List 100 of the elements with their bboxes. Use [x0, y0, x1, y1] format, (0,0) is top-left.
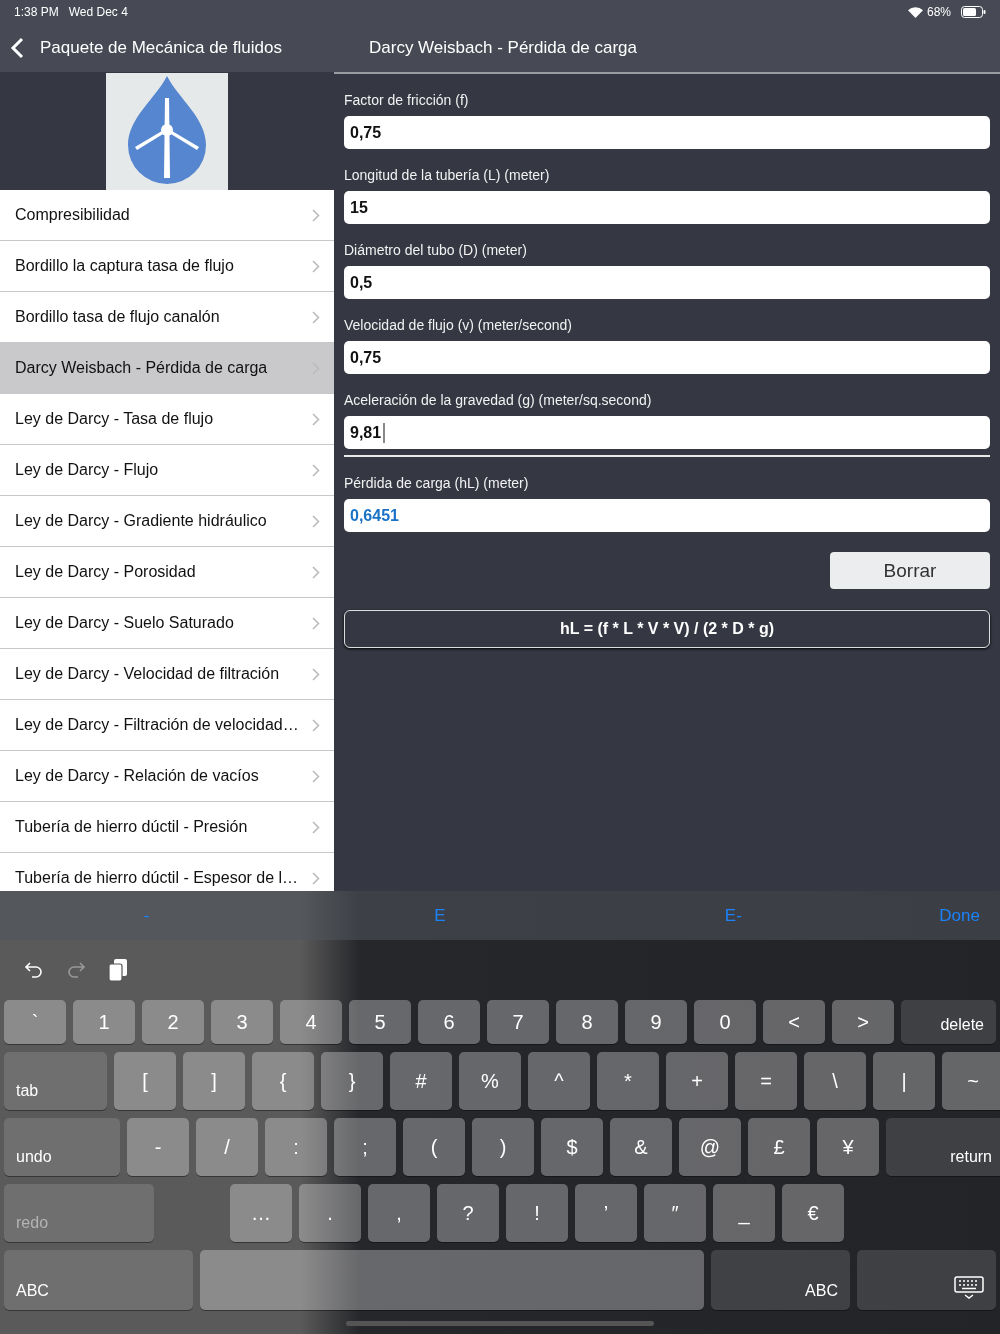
keyboard-key[interactable]: ] — [183, 1052, 245, 1110]
keyboard-key[interactable]: 6 — [418, 1000, 480, 1044]
keyboard-key[interactable]: 9 — [625, 1000, 687, 1044]
back-icon[interactable] — [10, 37, 24, 59]
sidebar-item[interactable]: Bordillo la captura tasa de flujo — [0, 241, 334, 292]
field-label: Aceleración de la gravedad (g) (meter/sq.second) — [344, 392, 653, 408]
keyboard-key[interactable]: ? — [437, 1184, 499, 1242]
paste-icon[interactable] — [108, 958, 128, 982]
keyboard-key[interactable]: > — [832, 1000, 894, 1044]
keyboard-key[interactable]: ’ — [575, 1184, 637, 1242]
keyboard-key[interactable]: [ — [114, 1052, 176, 1110]
sidebar-item[interactable]: Ley de Darcy - Filtración de velocidad… — [0, 700, 334, 751]
keyboard-key[interactable]: ^ — [528, 1052, 590, 1110]
chevron-icon — [312, 718, 320, 732]
chevron-icon — [312, 616, 320, 630]
sidebar-item[interactable]: Darcy Weisbach - Pérdida de carga — [0, 343, 334, 394]
field-label: Diámetro del tubo (D) (meter) — [344, 242, 528, 258]
keyboard-key[interactable]: - — [127, 1118, 189, 1176]
keyboard-key[interactable]: tab — [4, 1052, 107, 1110]
chevron-icon — [312, 820, 320, 834]
keyboard-key[interactable]: @ — [679, 1118, 741, 1176]
sidebar-item[interactable]: Ley de Darcy - Porosidad — [0, 547, 334, 598]
keyboard-key[interactable]: , — [368, 1184, 430, 1242]
field-label: Pérdida de carga (hL) (meter) — [344, 475, 530, 491]
keyboard-key[interactable]: ABC — [4, 1250, 193, 1310]
keyboard-key[interactable]: ` — [4, 1000, 66, 1044]
sidebar-item[interactable]: Ley de Darcy - Tasa de flujo — [0, 394, 334, 445]
keyboard-key[interactable]: _ — [713, 1184, 775, 1242]
sidebar-item[interactable]: Ley de Darcy - Velocidad de filtración — [0, 649, 334, 700]
field-label: Longitud de la tubería (L) (meter) — [344, 167, 551, 183]
chevron-icon — [312, 565, 320, 579]
input-field[interactable]: 9,81 — [344, 416, 990, 449]
keyboard-key[interactable]: ABC — [711, 1250, 850, 1310]
sidebar-item[interactable]: Compresibilidad — [0, 190, 334, 241]
keyboard-key[interactable]: delete — [901, 1000, 996, 1044]
keyboard-key[interactable]: 5 — [349, 1000, 411, 1044]
keyboard-key[interactable]: … — [230, 1184, 292, 1242]
keyboard-key[interactable]: undo — [4, 1118, 120, 1176]
keyboard-key[interactable]: ( — [403, 1118, 465, 1176]
chevron-icon — [312, 412, 320, 426]
keyboard-key[interactable]: + — [666, 1052, 728, 1110]
keyboard-key[interactable]: < — [763, 1000, 825, 1044]
sidebar-item[interactable]: Bordillo tasa de flujo canalón — [0, 292, 334, 343]
chevron-icon — [312, 871, 320, 885]
keyboard-key[interactable]: 8 — [556, 1000, 618, 1044]
keyboard-key[interactable]: 0 — [694, 1000, 756, 1044]
keyboard-key[interactable]: % — [459, 1052, 521, 1110]
screen-title: Darcy Weisbach - Pérdida de carga — [369, 38, 638, 58]
keyboard-key[interactable]: € — [782, 1184, 844, 1242]
keyboard-key[interactable]: 1 — [73, 1000, 135, 1044]
keyboard-key[interactable]: / — [196, 1118, 258, 1176]
wifi-icon — [907, 6, 923, 18]
keyboard-key[interactable]: \ — [804, 1052, 866, 1110]
keyboard-key[interactable]: | — [873, 1052, 935, 1110]
battery-icon — [961, 6, 986, 18]
keyboard-key[interactable]: : — [265, 1118, 327, 1176]
done-button[interactable]: Done — [880, 904, 1000, 927]
clear-button[interactable]: Borrar — [830, 552, 990, 589]
chevron-icon — [312, 259, 320, 273]
field-label: Factor de fricción (f) — [344, 92, 470, 108]
input-field[interactable]: 0,75 — [344, 116, 990, 149]
input-field[interactable]: 15 — [344, 191, 990, 224]
keyboard-key[interactable]: ″ — [644, 1184, 706, 1242]
keyboard-icon — [954, 1276, 984, 1300]
keyboard-key[interactable]: 2 — [142, 1000, 204, 1044]
keyboard-key[interactable]: £ — [748, 1118, 810, 1176]
sidebar-item[interactable]: Ley de Darcy - Suelo Saturado — [0, 598, 334, 649]
keyboard-key[interactable]: ! — [506, 1184, 568, 1242]
keyboard-dismiss-key[interactable] — [857, 1250, 996, 1310]
keyboard-key[interactable]: = — [735, 1052, 797, 1110]
sidebar-item[interactable]: Ley de Darcy - Gradiente hidráulico — [0, 496, 334, 547]
keyboard-key[interactable]: . — [299, 1184, 361, 1242]
chevron-icon — [312, 208, 320, 222]
keyboard-key[interactable]: & — [610, 1118, 672, 1176]
result-field[interactable]: 0,6451 — [344, 499, 990, 532]
keyboard-key[interactable]: ~ — [942, 1052, 1000, 1110]
keyboard-key[interactable]: ¥ — [817, 1118, 879, 1176]
keyboard-key[interactable]: { — [252, 1052, 314, 1110]
keyboard-key[interactable]: 4 — [280, 1000, 342, 1044]
chevron-icon — [312, 310, 320, 324]
sidebar-item[interactable]: Tubería de hierro dúctil - Espesor de l… — [0, 853, 334, 891]
formula-box: hL = (f * L * V * V) / (2 * D * g) — [344, 610, 990, 648]
sidebar-item[interactable]: Ley de Darcy - Flujo — [0, 445, 334, 496]
keyboard-key[interactable]: 7 — [487, 1000, 549, 1044]
keyboard-key[interactable]: * — [597, 1052, 659, 1110]
status-time: 1:38 PM — [14, 5, 59, 19]
keyboard-key[interactable]: 3 — [211, 1000, 273, 1044]
keyboard-key[interactable]: ; — [334, 1118, 396, 1176]
input-field[interactable]: 0,5 — [344, 266, 990, 299]
keyboard-key[interactable]: # — [390, 1052, 452, 1110]
keyboard-key[interactable]: return — [886, 1118, 1000, 1176]
keyboard-key[interactable]: $ — [541, 1118, 603, 1176]
keyboard-key[interactable]: } — [321, 1052, 383, 1110]
back-label[interactable]: Paquete de Mecánica de fluidos — [40, 38, 282, 58]
undo-icon[interactable] — [24, 961, 44, 979]
sidebar-item[interactable]: Tubería de hierro dúctil - Presión — [0, 802, 334, 853]
input-field[interactable]: 0,75 — [344, 341, 990, 374]
keyboard-key[interactable]: ) — [472, 1118, 534, 1176]
field-label: Velocidad de flujo (v) (meter/second) — [344, 317, 573, 333]
sidebar-item[interactable]: Ley de Darcy - Relación de vacíos — [0, 751, 334, 802]
